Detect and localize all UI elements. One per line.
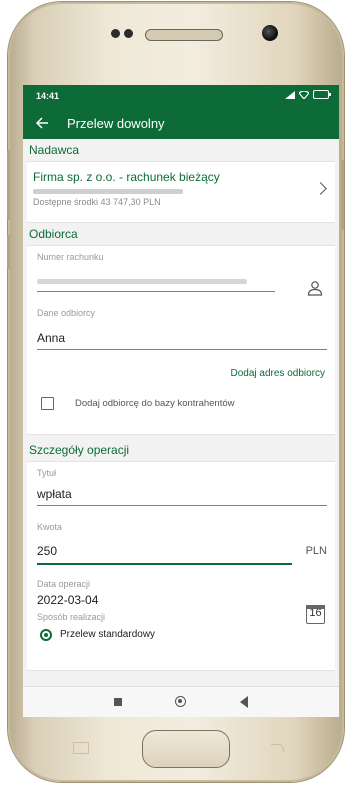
- method-label: Sposób realizacji: [37, 612, 106, 622]
- title-label: Tytuł: [37, 468, 57, 478]
- sender-account-card[interactable]: Firma sp. z o.o. - rachunek bieżący Dost…: [27, 161, 335, 223]
- android-nav-bar: [23, 686, 339, 717]
- section-title-details: Szczegóły operacji: [23, 439, 339, 461]
- account-number-masked[interactable]: [37, 279, 247, 284]
- hardware-home-button: [142, 730, 230, 768]
- standard-transfer-radio[interactable]: [40, 629, 52, 641]
- calendar-icon[interactable]: 16: [306, 605, 325, 624]
- app-bar: Przelew dowolny: [23, 107, 339, 139]
- chevron-right-icon: [314, 182, 327, 195]
- phone-side-button: [7, 150, 10, 220]
- signal-icon: [285, 90, 295, 99]
- recipient-card: Numer rachunku Dane odbiorcy Anna Dodaj …: [27, 245, 335, 435]
- recent-apps-icon[interactable]: [114, 698, 122, 706]
- sensor-dot: [124, 29, 133, 38]
- front-camera: [262, 25, 278, 41]
- amount-value: 250: [37, 544, 58, 558]
- phone-screen: 14:41 Przelew dowolny Nadawca Firma sp. …: [23, 85, 339, 717]
- phone-side-button: [7, 235, 10, 269]
- page-title: Przelew dowolny: [67, 115, 165, 131]
- sender-available-funds: Dostępne środki 43 747,30 PLN: [33, 197, 161, 207]
- contact-person-icon[interactable]: [307, 280, 323, 296]
- hardware-back-key: [271, 744, 284, 752]
- amount-field[interactable]: [37, 563, 292, 565]
- standard-transfer-label: Przelew standardowy: [60, 629, 156, 640]
- status-icons: [285, 90, 331, 99]
- hardware-recent-key: [73, 742, 89, 754]
- date-label: Data operacji: [37, 579, 91, 589]
- date-value[interactable]: 2022-03-04: [37, 593, 98, 607]
- account-number-label: Numer rachunku: [37, 252, 104, 262]
- currency-label: PLN: [305, 545, 327, 557]
- add-to-contacts-label: Dodaj odbiorcę do bazy kontrahentów: [75, 398, 235, 409]
- add-address-link[interactable]: Dodaj adres odbiorcy: [231, 368, 326, 379]
- title-field[interactable]: [37, 505, 327, 506]
- operation-details-card: Tytuł wpłata Kwota 250 PLN Data operacji…: [27, 461, 335, 671]
- back-arrow-icon[interactable]: [35, 116, 49, 130]
- recipient-data-field[interactable]: [37, 349, 327, 350]
- status-time: 14:41: [36, 91, 60, 101]
- battery-icon: [313, 90, 331, 99]
- section-title-sender: Nadawca: [23, 139, 339, 161]
- phone-side-button: [341, 160, 344, 230]
- earpiece-speaker: [145, 29, 223, 41]
- status-bar: 14:41: [23, 85, 339, 107]
- back-triangle-icon[interactable]: [240, 696, 248, 708]
- recipient-data-label: Dane odbiorcy: [37, 308, 96, 318]
- account-number-field[interactable]: [37, 291, 275, 292]
- recipient-data-value: Anna: [37, 331, 66, 345]
- sender-account-number-masked: [33, 189, 183, 194]
- amount-label: Kwota: [37, 522, 63, 532]
- sender-account-name: Firma sp. z o.o. - rachunek bieżący: [33, 170, 220, 184]
- section-title-recipient: Odbiorca: [23, 223, 339, 245]
- wifi-icon: [299, 90, 309, 99]
- add-to-contacts-checkbox[interactable]: [41, 397, 54, 410]
- title-value: wpłata: [37, 487, 72, 501]
- home-icon[interactable]: [175, 696, 186, 707]
- sensor-dot: [111, 29, 120, 38]
